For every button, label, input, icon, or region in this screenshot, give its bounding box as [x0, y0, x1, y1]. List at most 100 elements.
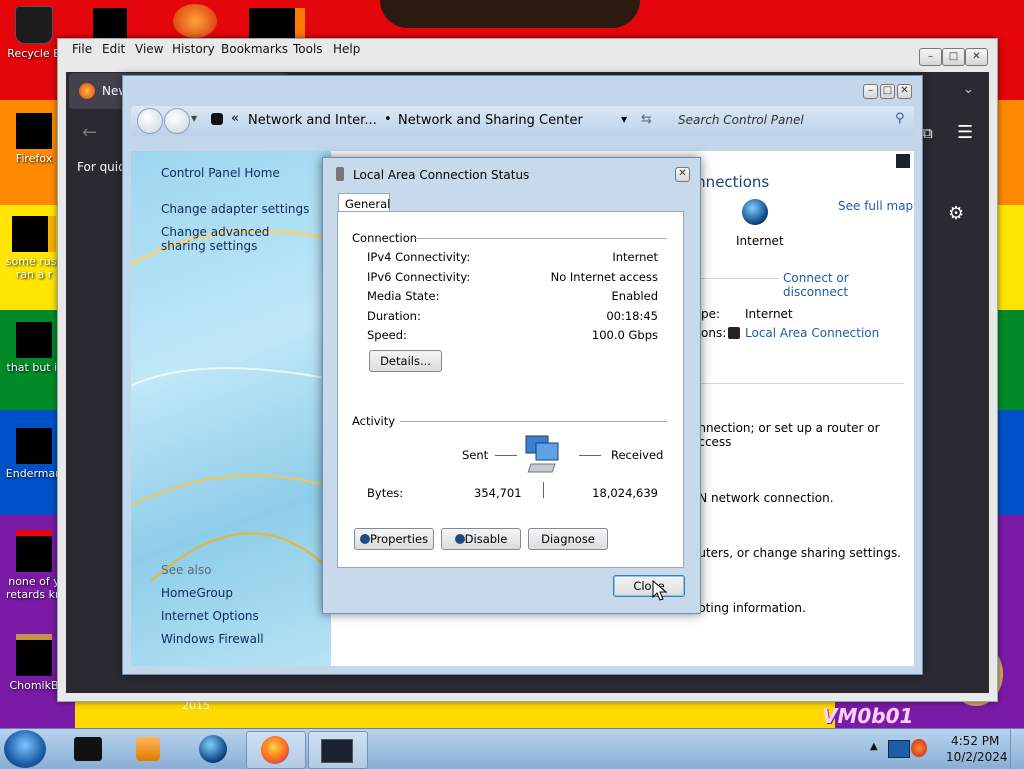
desktop-icon-label: ChomikB: [9, 679, 59, 692]
desktop-icon-file-2[interactable]: that but it: [3, 322, 65, 374]
divider: [701, 278, 779, 279]
menu-tools[interactable]: Tools: [293, 42, 323, 56]
address-dropdown-icon[interactable]: ▼: [621, 115, 627, 124]
windows-firewall-link[interactable]: Windows Firewall: [161, 632, 264, 646]
firefox-maximize-button[interactable]: □: [942, 48, 965, 66]
desktop-icon-file-4[interactable]: none of y retards kn: [3, 530, 65, 601]
ipv6-value: No Internet access: [550, 270, 658, 284]
show-desktop-button[interactable]: [1010, 729, 1024, 769]
menu-file[interactable]: File: [72, 42, 92, 56]
back-button[interactable]: [137, 108, 163, 134]
local-area-connection-status-dialog: Local Area Connection Status ✕ General C…: [322, 157, 701, 614]
internet-options-link[interactable]: Internet Options: [161, 609, 259, 623]
taskbar-app-media-player[interactable]: [122, 731, 180, 767]
ipv4-label: IPv4 Connectivity:: [367, 250, 471, 264]
settings-gear-icon[interactable]: ⚙: [948, 203, 964, 224]
change-advanced-sharing-link[interactable]: Change advanced sharing settings: [161, 225, 311, 253]
recycle-bin-icon: [15, 6, 53, 44]
section-rule: [400, 421, 667, 422]
disable-button[interactable]: Disable: [441, 528, 521, 550]
tab-general[interactable]: General: [338, 193, 390, 213]
history-dropdown-icon[interactable]: ▼: [191, 114, 197, 123]
tab-general-label: General: [345, 197, 391, 211]
clock-date[interactable]: 10/2/2024: [946, 750, 1008, 764]
breadcrumb-network[interactable]: Network and Inter...: [248, 113, 377, 128]
image-file-icon: [16, 428, 52, 464]
wallpaper-top-shape: [380, 0, 640, 28]
activity-section-heading: Activity: [352, 414, 396, 428]
back-arrow-icon[interactable]: ←: [82, 122, 97, 143]
help-icon[interactable]: [896, 154, 910, 168]
connect-or-disconnect-link[interactable]: Connect or disconnect: [783, 271, 914, 299]
desktop-icon-top-2[interactable]: [173, 4, 217, 38]
search-input[interactable]: Search Control Panel ⚲: [671, 109, 911, 131]
menu-view[interactable]: View: [135, 42, 163, 56]
chevron-down-icon[interactable]: ⌄: [963, 82, 974, 97]
divider: [701, 383, 904, 384]
cp-close-button[interactable]: ✕: [897, 84, 912, 99]
taskbar-app-control-panel[interactable]: [308, 731, 368, 769]
network-folder-icon: [211, 113, 223, 125]
properties-button[interactable]: Properties: [354, 528, 434, 550]
taskbar-app-firefox[interactable]: [246, 731, 306, 769]
refresh-icon[interactable]: ⇆: [641, 112, 652, 127]
details-button[interactable]: Details...: [369, 350, 442, 372]
control-panel-home-link[interactable]: Control Panel Home: [161, 166, 280, 180]
taskbar-app-network[interactable]: [184, 731, 242, 767]
menu-history[interactable]: History: [172, 42, 215, 56]
menu-help[interactable]: Help: [333, 42, 360, 56]
task-line-2: PN network connection.: [691, 491, 834, 505]
speed-value: 100.0 Gbps: [591, 328, 658, 342]
breadcrumb-sharing-center[interactable]: Network and Sharing Center: [398, 113, 583, 128]
terminal-icon: [74, 737, 102, 761]
internet-globe-icon: [742, 199, 768, 225]
taskbar-app-terminal[interactable]: [60, 731, 118, 767]
taskbar: ▲ 4:52 PM 10/2/2024: [0, 728, 1024, 769]
network-computers-icon: [524, 434, 570, 476]
start-button[interactable]: [4, 730, 46, 768]
firefox-minimize-button[interactable]: –: [919, 48, 942, 66]
dialog-close-icon[interactable]: ✕: [675, 167, 690, 182]
see-full-map-link[interactable]: See full map: [838, 199, 913, 213]
firefox-close-button[interactable]: ✕: [965, 48, 988, 66]
menu-bookmarks[interactable]: Bookmarks: [221, 42, 288, 56]
desktop-icon-label: Recycle B: [7, 47, 61, 60]
firefox-tab-icon: [79, 83, 95, 99]
sent-line: [495, 455, 517, 456]
diagnose-button[interactable]: Diagnose: [528, 528, 608, 550]
bytes-divider: [543, 482, 544, 498]
desktop-icon-file-1[interactable]: some russ ran a r: [3, 216, 65, 281]
local-area-connection-link[interactable]: Local Area Connection: [745, 326, 879, 340]
network-tray-icon[interactable]: [888, 740, 910, 758]
desktop-icon-top-1[interactable]: [93, 8, 127, 38]
shield-icon: [359, 534, 370, 544]
desktop-icon-label: Firefox: [15, 152, 53, 165]
forward-button[interactable]: [164, 108, 190, 134]
duration-value: 00:18:45: [606, 309, 658, 323]
cp-minimize-button[interactable]: –: [863, 84, 878, 99]
clock-time[interactable]: 4:52 PM: [951, 734, 999, 748]
received-line: [579, 455, 601, 456]
desktop-icon-file-3[interactable]: Enderman: [3, 428, 65, 480]
hamster-icon: [16, 634, 52, 676]
volume-tray-icon[interactable]: [911, 739, 927, 757]
desktop-icon-top-3[interactable]: [249, 8, 305, 38]
search-icon: ⚲: [895, 111, 905, 126]
show-hidden-icons[interactable]: ▲: [870, 741, 878, 752]
connections-label: ons:: [701, 326, 727, 340]
menu-edit[interactable]: Edit: [102, 42, 125, 56]
bytes-sent-value: 354,701: [474, 486, 522, 500]
close-button[interactable]: Close: [613, 575, 685, 597]
desktop-icon-label: none of y retards kn: [6, 575, 62, 601]
desktop-icon-firefox[interactable]: Firefox: [3, 113, 65, 165]
hamburger-menu-icon[interactable]: ☰: [957, 122, 973, 143]
access-type-value: Internet: [745, 307, 793, 321]
breadcrumb-separator-icon: «: [231, 111, 239, 126]
desktop-icon-hamster[interactable]: ChomikB: [3, 634, 65, 692]
homegroup-link[interactable]: HomeGroup: [161, 586, 233, 600]
extensions-icon[interactable]: ⧉: [922, 124, 933, 142]
change-adapter-settings-link[interactable]: Change adapter settings: [161, 202, 309, 216]
desktop-icon-recycle-bin[interactable]: Recycle B: [3, 6, 65, 60]
cp-maximize-button[interactable]: □: [880, 84, 895, 99]
image-file-icon: [16, 530, 52, 572]
